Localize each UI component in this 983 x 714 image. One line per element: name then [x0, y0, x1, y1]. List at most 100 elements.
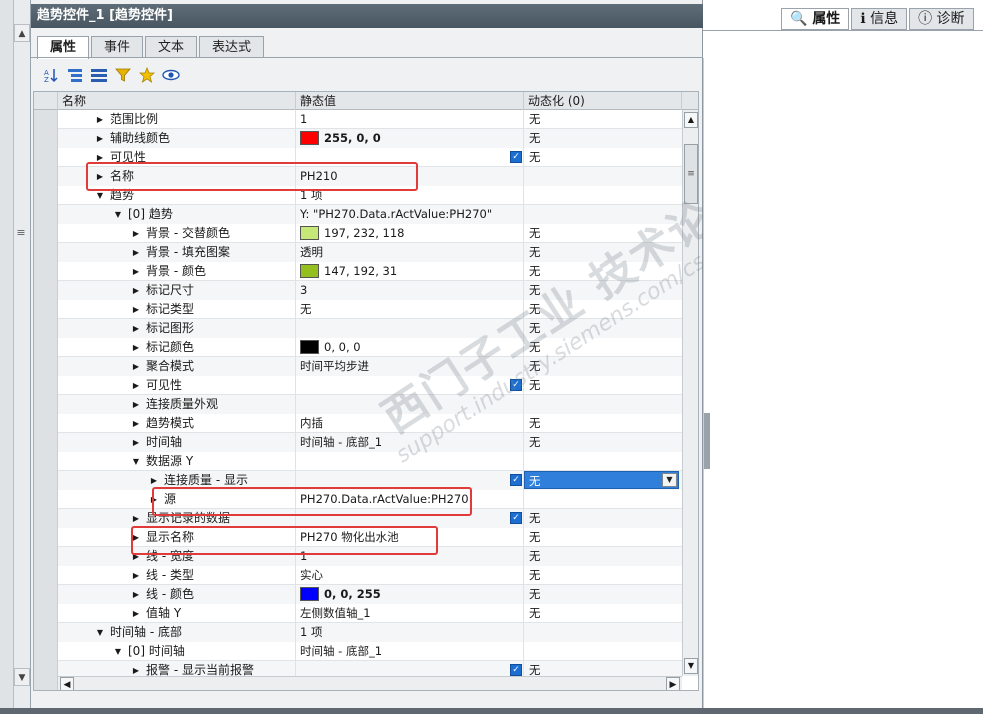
expand-arrow-icon[interactable]: ▶ [130, 395, 142, 414]
collapse-arrow-icon[interactable]: ▼ [130, 452, 142, 471]
property-row[interactable]: ▶ 标记类型 无 无 [34, 300, 682, 319]
property-row[interactable]: ▶ 显示名称 PH270 物化出水池 无 [34, 528, 682, 547]
expand-arrow-icon[interactable]: ▶ [94, 148, 106, 167]
dynamization-cell[interactable]: 无 [524, 566, 682, 585]
expand-arrow-icon[interactable]: ▶ [130, 547, 142, 566]
property-row[interactable]: ▶ 线 - 颜色 0, 0, 255 无 [34, 585, 682, 604]
expand-arrow-icon[interactable]: ▶ [130, 414, 142, 433]
property-value-cell[interactable]: 时间平均步进 [296, 357, 524, 376]
property-value-cell[interactable]: ✓ [296, 148, 524, 167]
property-row[interactable]: ▶ 显示记录的数据 ✓ 无 [34, 509, 682, 528]
left-scroll-up-icon[interactable]: ▲ [14, 24, 30, 42]
property-value-cell[interactable]: ✓ [296, 471, 524, 490]
splitter-handle[interactable] [704, 413, 710, 469]
dynamization-cell[interactable]: 无 [524, 547, 682, 566]
tab-inspector-info[interactable]: ℹ 信息 [851, 8, 908, 30]
filter-icon[interactable] [113, 65, 133, 85]
checkbox[interactable]: ✓ [510, 379, 522, 391]
dynamization-cell[interactable] [524, 452, 682, 471]
color-swatch[interactable] [300, 587, 319, 601]
list-icon[interactable] [89, 65, 109, 85]
header-dynamization[interactable]: 动态化 (0) [524, 92, 682, 110]
expand-arrow-icon[interactable]: ▶ [130, 585, 142, 604]
property-row[interactable]: ▶ 标记图形 无 [34, 319, 682, 338]
horizontal-scrollbar[interactable]: ◀ ▶ [58, 676, 682, 690]
collapse-arrow-icon[interactable]: ▼ [112, 205, 124, 224]
property-row[interactable]: ▼ [0] 趋势 Y: "PH270.Data.rActValue:PH270" [34, 205, 682, 224]
property-value-cell[interactable]: 3 [296, 281, 524, 300]
expand-arrow-icon[interactable]: ▶ [130, 604, 142, 623]
property-value-cell[interactable]: 左侧数值轴_1 [296, 604, 524, 623]
property-row[interactable]: ▶ 值轴 Y 左侧数值轴_1 无 [34, 604, 682, 623]
expand-arrow-icon[interactable]: ▶ [94, 110, 106, 129]
property-row[interactable]: ▶ 时间轴 时间轴 - 底部_1 无 [34, 433, 682, 452]
dynamization-cell[interactable]: 无 [524, 129, 682, 148]
property-value-cell[interactable]: 147, 192, 31 [296, 262, 524, 281]
property-row[interactable]: ▼ 时间轴 - 底部 1 项 [34, 623, 682, 642]
property-row[interactable]: ▶ 标记尺寸 3 无 [34, 281, 682, 300]
dynamization-cell[interactable]: 无 [524, 376, 682, 395]
dynamization-cell[interactable] [524, 205, 682, 224]
property-row[interactable]: ▶ 线 - 类型 实心 无 [34, 566, 682, 585]
scroll-right-icon[interactable]: ▶ [666, 677, 680, 690]
dynamization-cell[interactable]: 无 [524, 319, 682, 338]
expand-arrow-icon[interactable]: ▶ [148, 471, 160, 490]
dynamization-select[interactable]: 无 ▼ [524, 471, 679, 489]
property-row[interactable]: ▶ 线 - 宽度 1 无 [34, 547, 682, 566]
dynamization-cell[interactable]: 无 [524, 110, 682, 129]
expand-icon[interactable] [65, 65, 85, 85]
property-row[interactable]: ▶ 背景 - 交替颜色 197, 232, 118 无 [34, 224, 682, 243]
property-row[interactable]: ▶ 辅助线颜色 255, 0, 0 无 [34, 129, 682, 148]
expand-arrow-icon[interactable]: ▶ [130, 566, 142, 585]
property-value-cell[interactable]: 255, 0, 0 [296, 129, 524, 148]
scroll-left-icon[interactable]: ◀ [60, 677, 74, 690]
expand-arrow-icon[interactable]: ▶ [94, 167, 106, 186]
property-row[interactable]: ▶ 名称 PH210 [34, 167, 682, 186]
expand-arrow-icon[interactable]: ▶ [130, 338, 142, 357]
checkbox[interactable]: ✓ [510, 664, 522, 676]
header-static-value[interactable]: 静态值 [296, 92, 524, 110]
vertical-scrollbar[interactable]: ▲ ≡ ▼ [682, 110, 698, 676]
dynamization-cell[interactable]: 无 [524, 585, 682, 604]
checkbox[interactable]: ✓ [510, 512, 522, 524]
color-swatch[interactable] [300, 264, 319, 278]
property-row[interactable]: ▶ 可见性 ✓ 无 [34, 376, 682, 395]
dynamization-cell[interactable]: 无 [524, 300, 682, 319]
collapse-arrow-icon[interactable]: ▼ [112, 642, 124, 661]
expand-arrow-icon[interactable]: ▶ [94, 129, 106, 148]
tab-inspector-properties[interactable]: 🔍 属性 [781, 8, 850, 30]
tab-properties[interactable]: 属性 [37, 36, 90, 59]
expand-arrow-icon[interactable]: ▶ [148, 490, 160, 509]
property-value-cell[interactable]: PH210 [296, 167, 524, 186]
color-swatch[interactable] [300, 131, 319, 145]
property-row[interactable]: ▼ 数据源 Y [34, 452, 682, 471]
dynamization-cell[interactable]: 无 [524, 224, 682, 243]
property-value-cell[interactable]: 透明 [296, 243, 524, 262]
scroll-down-icon[interactable]: ▼ [684, 658, 698, 674]
property-value-cell[interactable]: 1 项 [296, 186, 524, 205]
property-value-cell[interactable]: 无 [296, 300, 524, 319]
favorite-star-icon[interactable] [137, 65, 157, 85]
expand-arrow-icon[interactable]: ▶ [130, 433, 142, 452]
dynamization-cell[interactable] [524, 490, 682, 509]
property-value-cell[interactable]: 实心 [296, 566, 524, 585]
expand-arrow-icon[interactable]: ▶ [130, 300, 142, 319]
sort-az-icon[interactable]: AZ [41, 65, 61, 85]
property-value-cell[interactable]: ✓ [296, 509, 524, 528]
property-row[interactable]: ▶ 聚合模式 时间平均步进 无 [34, 357, 682, 376]
property-value-cell[interactable]: 197, 232, 118 [296, 224, 524, 243]
dynamization-cell[interactable]: 无 [524, 281, 682, 300]
dynamization-cell[interactable]: 无 ▼ [524, 471, 682, 490]
property-row[interactable]: ▶ 标记颜色 0, 0, 0 无 [34, 338, 682, 357]
color-swatch[interactable] [300, 226, 319, 240]
collapse-arrow-icon[interactable]: ▼ [94, 186, 106, 205]
checkbox[interactable]: ✓ [510, 151, 522, 163]
tab-texts[interactable]: 文本 [145, 36, 198, 58]
dynamization-cell[interactable]: 无 [524, 243, 682, 262]
property-value-cell[interactable]: ✓ [296, 376, 524, 395]
expand-arrow-icon[interactable]: ▶ [130, 319, 142, 338]
property-value-cell[interactable]: 内插 [296, 414, 524, 433]
expand-arrow-icon[interactable]: ▶ [130, 528, 142, 547]
property-value-cell[interactable]: 1 [296, 110, 524, 129]
property-value-cell[interactable] [296, 319, 524, 338]
